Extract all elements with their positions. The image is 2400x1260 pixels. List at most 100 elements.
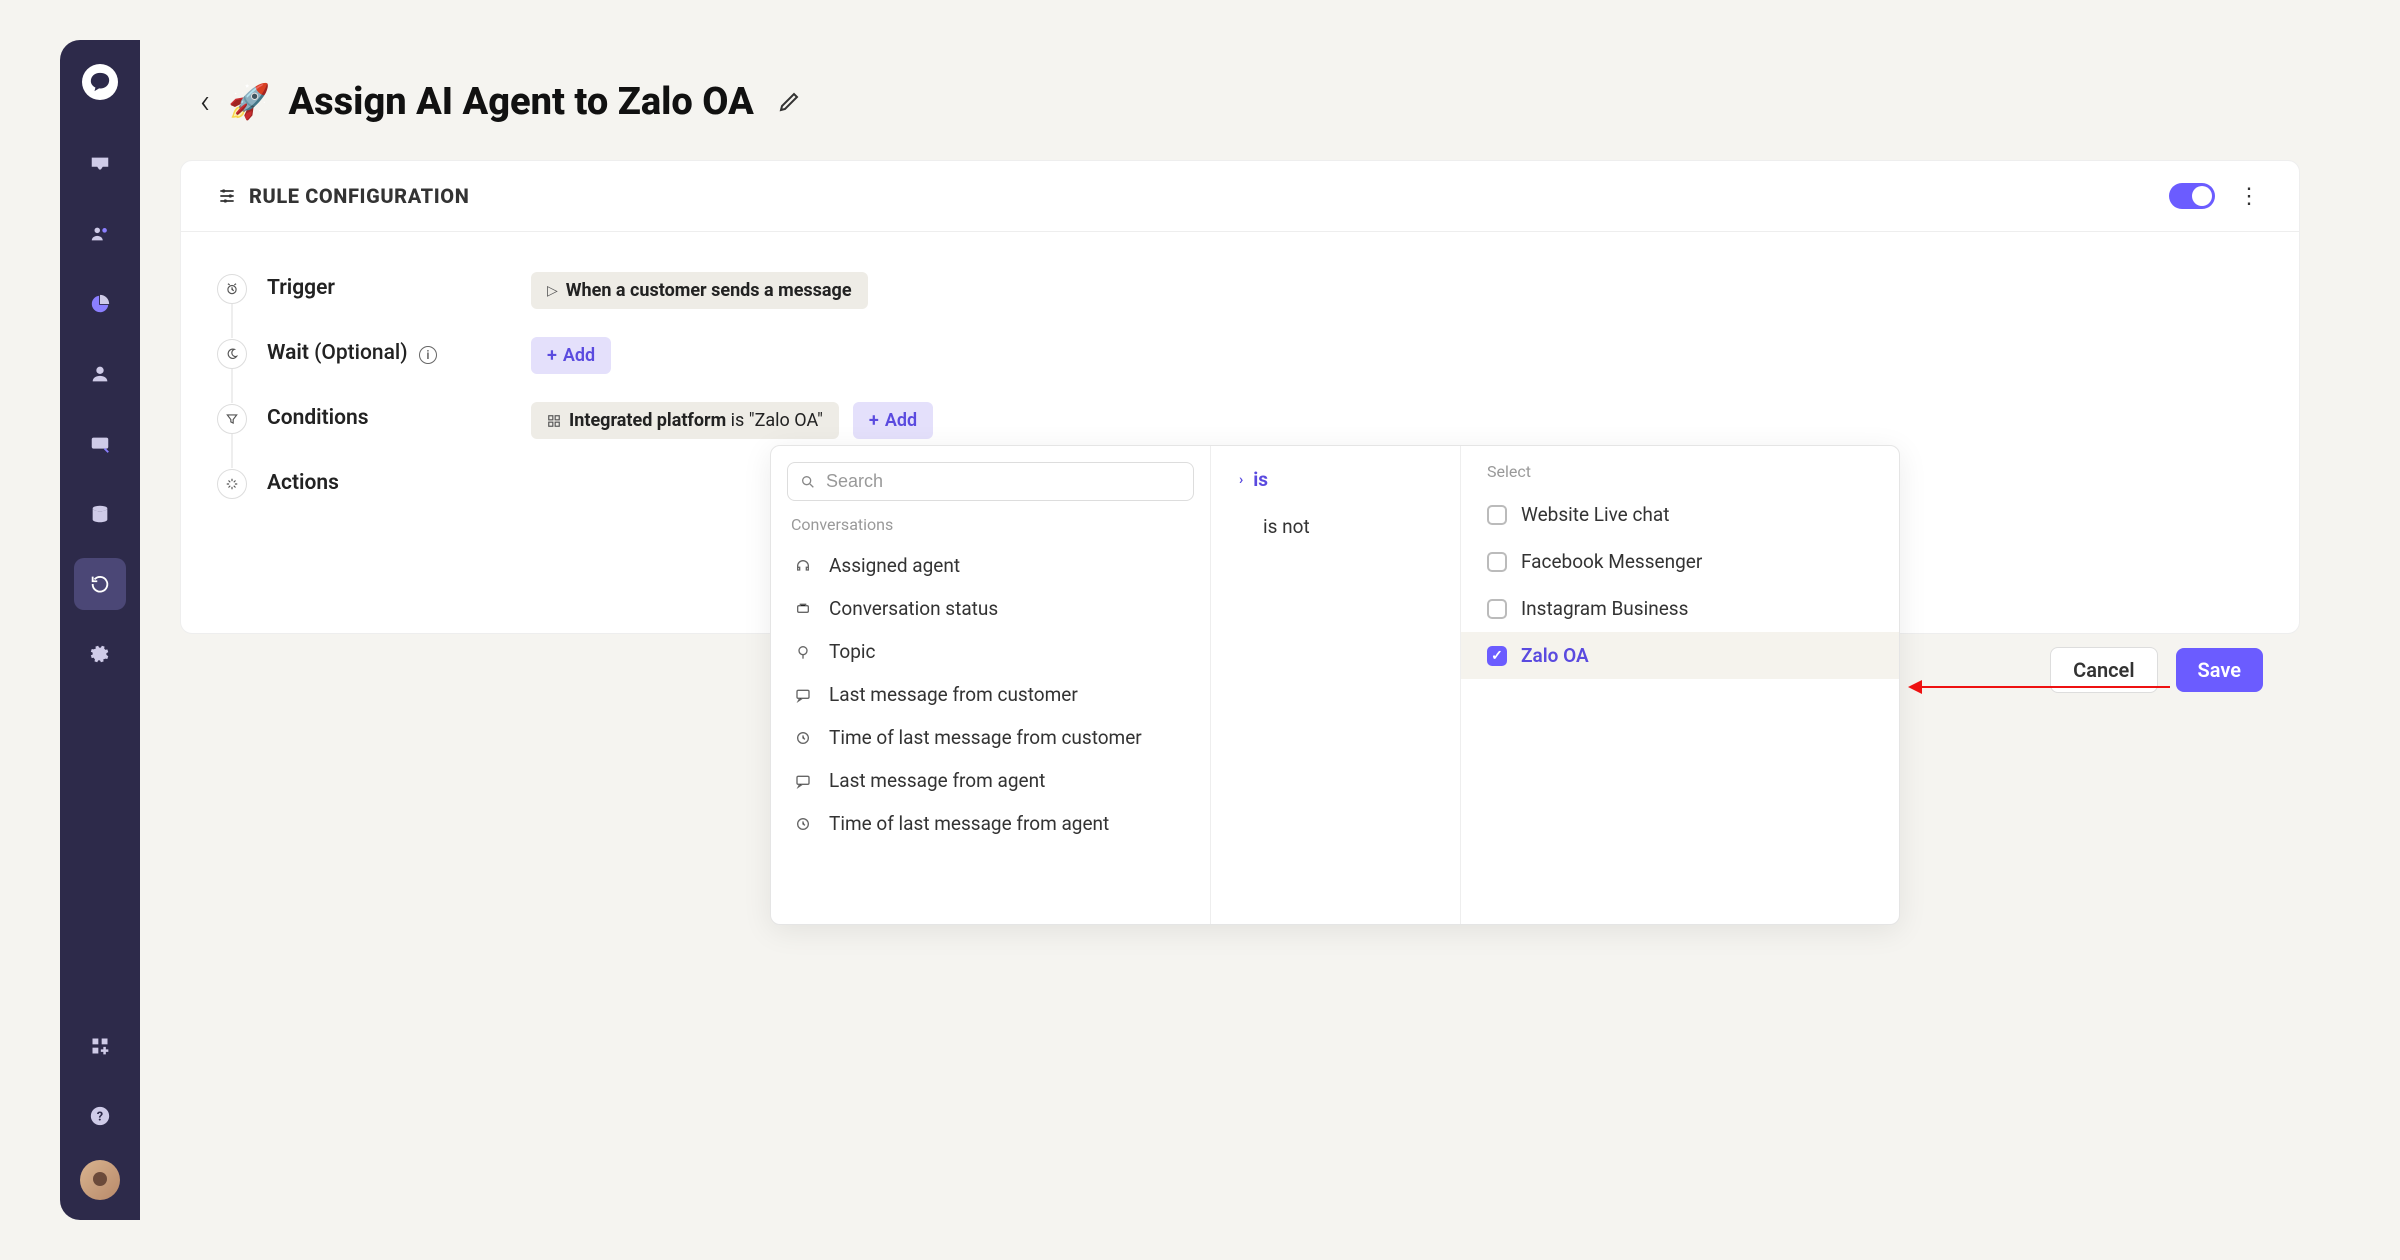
picker-values-column: Select Website Live chatFacebook Messeng… <box>1461 446 1899 924</box>
cards-icon <box>89 433 111 455</box>
picker-group-label: Conversations <box>791 515 1190 534</box>
nav-cards[interactable] <box>74 418 126 470</box>
picker-field-item[interactable]: Time of last message from agent <box>787 802 1194 845</box>
back-button[interactable]: ‹ <box>200 82 210 122</box>
contact-icon <box>89 363 111 385</box>
picker-search[interactable] <box>787 462 1194 501</box>
option-label: Facebook Messenger <box>1521 550 1702 573</box>
picker-field-item[interactable]: Last message from agent <box>787 759 1194 802</box>
rule-enabled-toggle[interactable] <box>2169 183 2215 209</box>
conditions-label: Conditions <box>267 406 369 430</box>
alarm-icon <box>225 282 239 296</box>
msg-icon <box>795 773 817 789</box>
nav-people[interactable] <box>74 208 126 260</box>
picker-operator-item[interactable]: is not <box>1211 503 1460 550</box>
play-icon: ▷ <box>547 283 558 299</box>
picker-option-item[interactable]: Facebook Messenger <box>1461 538 1899 585</box>
condition-add-button[interactable]: + Add <box>853 402 933 439</box>
picker-field-item[interactable]: Time of last message from customer <box>787 716 1194 759</box>
inbox-icon <box>89 153 111 175</box>
condition-picker: Conversations Assigned agent Conversation… <box>770 445 1900 925</box>
svg-text:?: ? <box>97 1110 103 1125</box>
search-icon <box>800 474 816 490</box>
field-label: Last message from customer <box>829 683 1078 706</box>
chat-bubble-icon <box>89 71 111 93</box>
user-avatar[interactable] <box>80 1160 120 1200</box>
conditions-step-icon <box>217 404 247 434</box>
picker-option-item[interactable]: ✓ Zalo OA <box>1461 632 1899 679</box>
wait-row: Wait (Optional) i + Add <box>217 323 2263 388</box>
sidebar: ? <box>60 40 140 1220</box>
tag-icon <box>795 601 817 617</box>
annotation-arrow <box>1910 686 2170 688</box>
chevron-right-icon: › <box>1239 472 1243 488</box>
info-icon[interactable]: i <box>419 346 437 364</box>
apps-icon <box>90 1036 110 1056</box>
field-label: Conversation status <box>829 597 998 620</box>
option-label: Zalo OA <box>1521 644 1589 667</box>
picker-field-item[interactable]: Last message from customer <box>787 673 1194 716</box>
picker-field-item[interactable]: Topic <box>787 630 1194 673</box>
picker-operators-column: › is is not <box>1211 446 1461 924</box>
people-icon <box>89 223 111 245</box>
app-logo[interactable] <box>82 64 118 100</box>
field-label: Time of last message from customer <box>829 726 1142 749</box>
automation-icon <box>89 573 111 595</box>
nav-analytics[interactable] <box>74 278 126 330</box>
msg-icon <box>795 687 817 703</box>
trigger-condition-tag[interactable]: ▷ When a customer sends a message <box>531 272 868 309</box>
picker-option-item[interactable]: Instagram Business <box>1461 585 1899 632</box>
main-content: ‹ 🚀 Assign AI Agent to Zalo OA RULE CONF… <box>140 40 2340 1220</box>
page-header: ‹ 🚀 Assign AI Agent to Zalo OA <box>180 80 2300 124</box>
nav-help[interactable]: ? <box>74 1090 126 1142</box>
search-input[interactable] <box>826 471 1181 492</box>
checkmark-icon: ✓ <box>1491 649 1503 663</box>
picker-field-item[interactable]: Conversation status <box>787 587 1194 630</box>
checkbox[interactable] <box>1487 599 1507 619</box>
conditions-row: Conditions Integrated platform is "Zalo … <box>217 388 2263 453</box>
option-label: Instagram Business <box>1521 597 1688 620</box>
card-menu-button[interactable]: ⋮ <box>2235 184 2263 209</box>
trigger-label: Trigger <box>267 276 335 300</box>
save-button[interactable]: Save <box>2176 648 2263 692</box>
picker-option-item[interactable]: Website Live chat <box>1461 491 1899 538</box>
headset-icon <box>795 558 817 574</box>
pin-icon <box>795 644 817 660</box>
spark-icon <box>225 477 239 491</box>
sliders-icon <box>217 186 237 206</box>
picker-operator-item[interactable]: › is <box>1211 456 1460 503</box>
pie-icon <box>89 293 111 315</box>
nav-apps[interactable] <box>74 1020 126 1072</box>
page-title: Assign AI Agent to Zalo OA <box>288 80 753 124</box>
picker-field-item[interactable]: Assigned agent <box>787 544 1194 587</box>
picker-fields-column: Conversations Assigned agent Conversation… <box>771 446 1211 924</box>
actions-label: Actions <box>267 471 339 495</box>
option-label: Website Live chat <box>1521 503 1669 526</box>
condition-tag[interactable]: Integrated platform is "Zalo OA" <box>531 402 839 439</box>
plus-icon: + <box>869 412 879 430</box>
nav-contacts[interactable] <box>74 348 126 400</box>
field-label: Assigned agent <box>829 554 960 577</box>
nav-settings[interactable] <box>74 628 126 680</box>
nav-inbox[interactable] <box>74 138 126 190</box>
nav-database[interactable] <box>74 488 126 540</box>
gear-icon <box>89 643 111 665</box>
help-icon: ? <box>89 1105 111 1127</box>
title-emoji: 🚀 <box>228 82 270 122</box>
operator-label: is not <box>1263 515 1310 538</box>
field-label: Topic <box>829 640 876 663</box>
edit-title-button[interactable] <box>772 85 806 119</box>
clock-icon <box>795 816 817 832</box>
nav-automation[interactable] <box>74 558 126 610</box>
checkbox[interactable]: ✓ <box>1487 646 1507 666</box>
field-label: Time of last message from agent <box>829 812 1109 835</box>
checkbox[interactable] <box>1487 505 1507 525</box>
wait-add-button[interactable]: + Add <box>531 337 611 374</box>
filter-icon <box>225 412 239 426</box>
wait-step-icon <box>217 339 247 369</box>
field-label: Last message from agent <box>829 769 1045 792</box>
wait-label: Wait (Optional) i <box>267 341 437 365</box>
operator-label: is <box>1253 468 1268 491</box>
pencil-icon <box>777 90 801 114</box>
checkbox[interactable] <box>1487 552 1507 572</box>
